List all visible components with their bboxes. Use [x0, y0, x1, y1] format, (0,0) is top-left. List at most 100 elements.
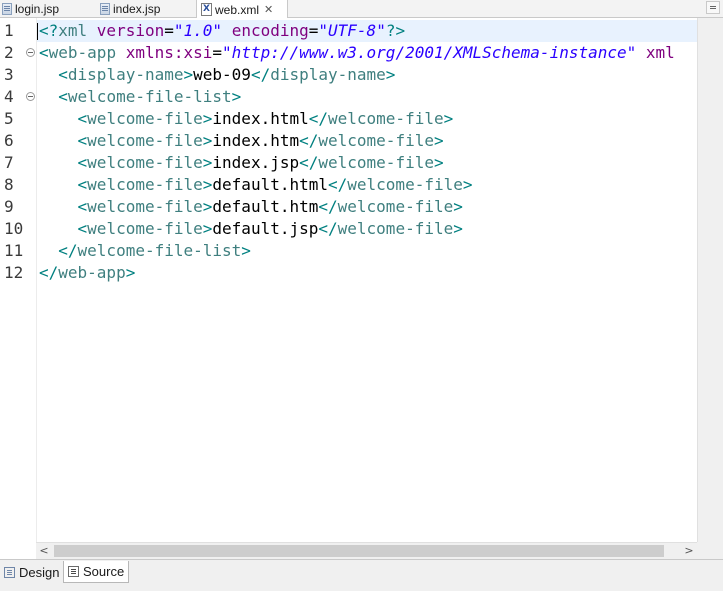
token-tag: welcome-file: [347, 175, 463, 194]
token-bracket: </: [299, 153, 319, 172]
tab-label: web.xml: [215, 2, 260, 17]
token-bracket: </: [39, 241, 78, 260]
fold-collapse-icon[interactable]: [26, 92, 35, 101]
tab-design[interactable]: Design: [0, 561, 63, 583]
token-bracket: <: [39, 219, 88, 238]
token-bracket: </: [299, 131, 319, 150]
line-number: 3: [4, 65, 14, 84]
token-bracket: >: [202, 153, 213, 172]
token-tag: welcome-file-list: [77, 241, 242, 260]
line-number-gutter: 1 2 3 4 5 6 7 8 9 10 11 12: [0, 18, 36, 542]
editor-mode-tabs: Design Source: [0, 559, 723, 591]
token-bracket: >: [202, 175, 213, 194]
fold-collapse-icon[interactable]: [26, 48, 35, 57]
token-bracket: <: [39, 175, 88, 194]
jsp-file-icon: [2, 3, 12, 15]
line-number: 8: [4, 175, 14, 194]
token-text: index.jsp: [212, 153, 300, 172]
token-tag: welcome-file: [87, 197, 203, 216]
design-icon: [4, 566, 15, 578]
token-val: "http://www.w3.org/2001/XMLSchema-instan…: [222, 43, 637, 62]
scroll-left-icon[interactable]: <: [36, 543, 52, 559]
tab-label: Source: [83, 564, 125, 579]
tab-source[interactable]: Source: [63, 561, 130, 583]
token-tag: welcome-file: [87, 109, 203, 128]
code-text: <welcome-file>index.html</welcome-file>: [39, 108, 454, 130]
token-bracket: <: [39, 153, 88, 172]
token-bracket: <: [39, 109, 88, 128]
token-bracket: >: [202, 219, 213, 238]
code-line[interactable]: <?xml version="1.0" encoding="UTF-8"?>: [37, 20, 697, 42]
code-text: <display-name>web-09</display-name>: [39, 64, 395, 86]
token-bracket: </: [250, 65, 271, 84]
line-number: 9: [4, 197, 14, 216]
token-bracket: >: [443, 109, 454, 128]
token-tag: welcome-file: [87, 175, 203, 194]
token-eq: =: [164, 21, 174, 40]
xml-source-editor[interactable]: 1 2 3 4 5 6 7 8 9 10 11 12 <?xml version="1.0" enco…: [0, 18, 697, 542]
close-tab-icon[interactable]: ✕: [264, 3, 273, 16]
token-val: "UTF-8": [318, 21, 386, 40]
token-eq: =: [212, 43, 223, 62]
code-text: <?xml version="1.0" encoding="UTF-8"?>: [39, 20, 405, 42]
code-text: <welcome-file>default.jsp</welcome-file>: [39, 218, 463, 240]
token-bracket: >: [202, 197, 213, 216]
line-number: 11: [4, 241, 24, 260]
token-bracket: >: [202, 131, 213, 150]
tab-web-xml[interactable]: X web.xml ✕: [196, 0, 288, 19]
tab-label: index.jsp: [113, 2, 161, 16]
text-cursor: [37, 23, 38, 40]
code-text: <welcome-file>index.htm</welcome-file>: [39, 130, 444, 152]
line-number: 2: [4, 43, 14, 62]
token-bracket: </: [318, 219, 338, 238]
line-number: 10: [4, 219, 24, 238]
token-tag: welcome-file: [337, 219, 454, 238]
token-tag: display-name: [67, 65, 184, 84]
token-tag: welcome-file: [318, 153, 434, 172]
tab-index-jsp[interactable]: index.jsp: [100, 0, 160, 18]
vertical-scrollbar[interactable]: [697, 18, 723, 542]
token-bracket: >: [183, 65, 194, 84]
token-bracket: </: [308, 109, 328, 128]
token-bracket: <: [39, 197, 88, 216]
token-attr: encoding: [231, 21, 309, 40]
token-bracket: <: [39, 87, 68, 106]
token-tag: display-name: [270, 65, 386, 84]
token-tag: welcome-file: [318, 131, 434, 150]
token-tag: web-app: [58, 263, 126, 282]
code-text: <welcome-file>index.jsp</welcome-file>: [39, 152, 444, 174]
code-text: <welcome-file>default.html</welcome-file…: [39, 174, 473, 196]
editor-tab-bar: login.jsp index.jsp X web.xml ✕: [0, 0, 723, 19]
tab-login-jsp[interactable]: login.jsp: [2, 0, 59, 18]
token-bracket: >: [202, 109, 213, 128]
line-number: 6: [4, 131, 14, 150]
token-bracket: >: [433, 153, 444, 172]
token-tag: web-app: [48, 43, 126, 62]
token-bracket: >: [385, 65, 396, 84]
token-bracket: >: [462, 175, 473, 194]
source-icon: [68, 566, 79, 577]
token-bracket: <: [39, 131, 88, 150]
horizontal-scroll-thumb[interactable]: [54, 545, 664, 557]
token-text: web-09: [193, 65, 251, 84]
token-bracket: >: [453, 219, 463, 238]
token-tag: welcome-file-list: [67, 87, 232, 106]
token-attr: version: [96, 21, 165, 40]
code-text: </welcome-file-list>: [39, 240, 251, 262]
token-bracket: >: [453, 197, 463, 216]
code-text: </web-app>: [39, 262, 135, 284]
scroll-right-icon[interactable]: >: [681, 543, 697, 559]
token-attr: xml: [645, 43, 675, 62]
token-eq: =: [308, 21, 319, 40]
horizontal-scrollbar[interactable]: < >: [36, 542, 697, 559]
line-number: 12: [4, 263, 24, 282]
tab-list-menu-icon[interactable]: [706, 1, 720, 14]
token-text: default.html: [212, 175, 328, 194]
token-bracket: </: [318, 197, 338, 216]
token-tag: welcome-file: [87, 219, 203, 238]
token-tag: welcome-file: [337, 197, 454, 216]
code-area[interactable]: <?xml version="1.0" encoding="UTF-8"?> <w…: [36, 18, 697, 542]
line-number: 5: [4, 109, 14, 128]
scrollbar-corner: [697, 542, 723, 559]
